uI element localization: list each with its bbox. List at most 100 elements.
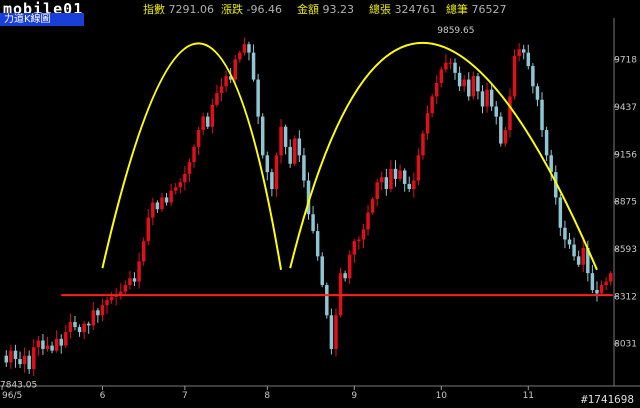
candle-body: [279, 126, 283, 156]
candle-body: [96, 310, 100, 316]
candle-body: [215, 93, 219, 105]
x-tick-label: 11: [523, 391, 534, 401]
index-field: 指數 7291.06: [143, 1, 214, 17]
candle-body: [41, 340, 45, 349]
candle-body: [393, 168, 398, 179]
y-tick-label: 8593: [614, 245, 637, 255]
candle-body: [494, 106, 498, 117]
candle-body: [27, 355, 31, 370]
high-price-label: 9859.65: [437, 26, 474, 36]
candle-body: [178, 182, 183, 188]
x-tick-label: 8: [264, 391, 270, 401]
change-value: -96.46: [246, 3, 282, 16]
candle-body: [146, 217, 150, 242]
index-value: 7291.06: [168, 3, 215, 16]
candle-body: [499, 116, 503, 144]
candle-body: [293, 138, 297, 164]
candle-body: [476, 76, 480, 92]
candle-body: [590, 273, 595, 291]
post-number-watermark: #1741698: [581, 393, 634, 406]
x-tick-label: 6: [100, 391, 106, 401]
candle-body: [315, 231, 320, 257]
x-tick-label: 10: [436, 391, 448, 401]
candle-body: [260, 116, 265, 156]
candle-body: [206, 116, 210, 127]
candlestick-chart: 8031 8312 8593 8875 9156 9437 9718 96/5 6 7 8 9 10 11…: [0, 0, 640, 408]
candle-body: [137, 261, 141, 282]
candle-body: [421, 133, 425, 156]
volume-value: 324761: [394, 3, 437, 16]
change-label: 漲跌: [221, 3, 243, 16]
candle-body: [361, 229, 366, 240]
candle-body: [210, 104, 215, 127]
candle-body: [256, 79, 260, 117]
candle-body: [109, 296, 114, 301]
candle-body: [151, 202, 155, 218]
candle-body: [283, 126, 288, 147]
candle-body: [457, 72, 462, 87]
trades-value: 76527: [471, 3, 507, 16]
candle-body: [535, 86, 540, 100]
candle-body: [173, 187, 178, 191]
candle-body: [86, 323, 91, 326]
y-tick-label: 9437: [614, 103, 637, 113]
candle-body: [444, 62, 448, 70]
chart-type-tab[interactable]: 力道K線圖: [0, 13, 84, 26]
candle-body: [567, 239, 572, 245]
candle-body: [68, 322, 73, 333]
candle-body: [512, 55, 517, 97]
candle-body: [288, 146, 292, 164]
volume-label: 總張: [369, 3, 391, 16]
candle-body: [164, 197, 169, 203]
candle-body: [18, 359, 22, 365]
candle-body: [329, 315, 334, 349]
candle-body: [320, 256, 324, 285]
candle-body: [251, 52, 256, 80]
candle-body: [439, 69, 444, 83]
candle-body: [274, 155, 279, 190]
candle-body: [540, 99, 544, 131]
amount-label: 金額: [297, 3, 319, 16]
candle-body: [77, 327, 82, 333]
y-tick-label: 8312: [614, 292, 637, 302]
candle-body: [521, 49, 526, 53]
candle-body: [517, 49, 521, 56]
candle-body: [91, 310, 96, 326]
candle-body: [347, 254, 352, 279]
candle-body: [169, 190, 173, 203]
candle-body: [581, 247, 585, 265]
y-tick-label: 8031: [614, 340, 637, 350]
candle-body: [141, 241, 146, 262]
trades-field: 總筆 76527: [446, 1, 507, 17]
candle-body: [398, 170, 402, 179]
candle-body: [73, 322, 77, 328]
candle-body: [270, 172, 274, 190]
candle-body: [4, 355, 9, 363]
candle-body: [471, 76, 476, 97]
candle-body: [448, 62, 453, 64]
candle-body: [50, 345, 54, 351]
index-label: 指數: [143, 3, 165, 16]
candle-body: [407, 183, 411, 190]
candle-body: [265, 155, 270, 173]
candle-body: [384, 177, 389, 190]
candle-body: [100, 305, 105, 316]
candle-body: [370, 199, 375, 213]
candle-body: [233, 59, 237, 80]
candle-body: [13, 350, 18, 360]
candle-body: [480, 91, 485, 107]
candle-body: [32, 347, 36, 370]
candle-body: [544, 130, 549, 156]
amount-field: 金額 93.23: [297, 1, 354, 17]
candle-body: [155, 202, 160, 210]
candle-body: [402, 170, 407, 184]
candle-body: [105, 300, 109, 306]
candle-body: [242, 44, 247, 53]
x-tick-label: 96/5: [2, 391, 22, 401]
candle-body: [45, 345, 50, 349]
candle-body: [425, 113, 430, 134]
candle-body: [576, 256, 581, 265]
amount-value: 93.23: [322, 3, 355, 16]
candle-body: [434, 82, 439, 97]
candle-body: [311, 214, 315, 232]
